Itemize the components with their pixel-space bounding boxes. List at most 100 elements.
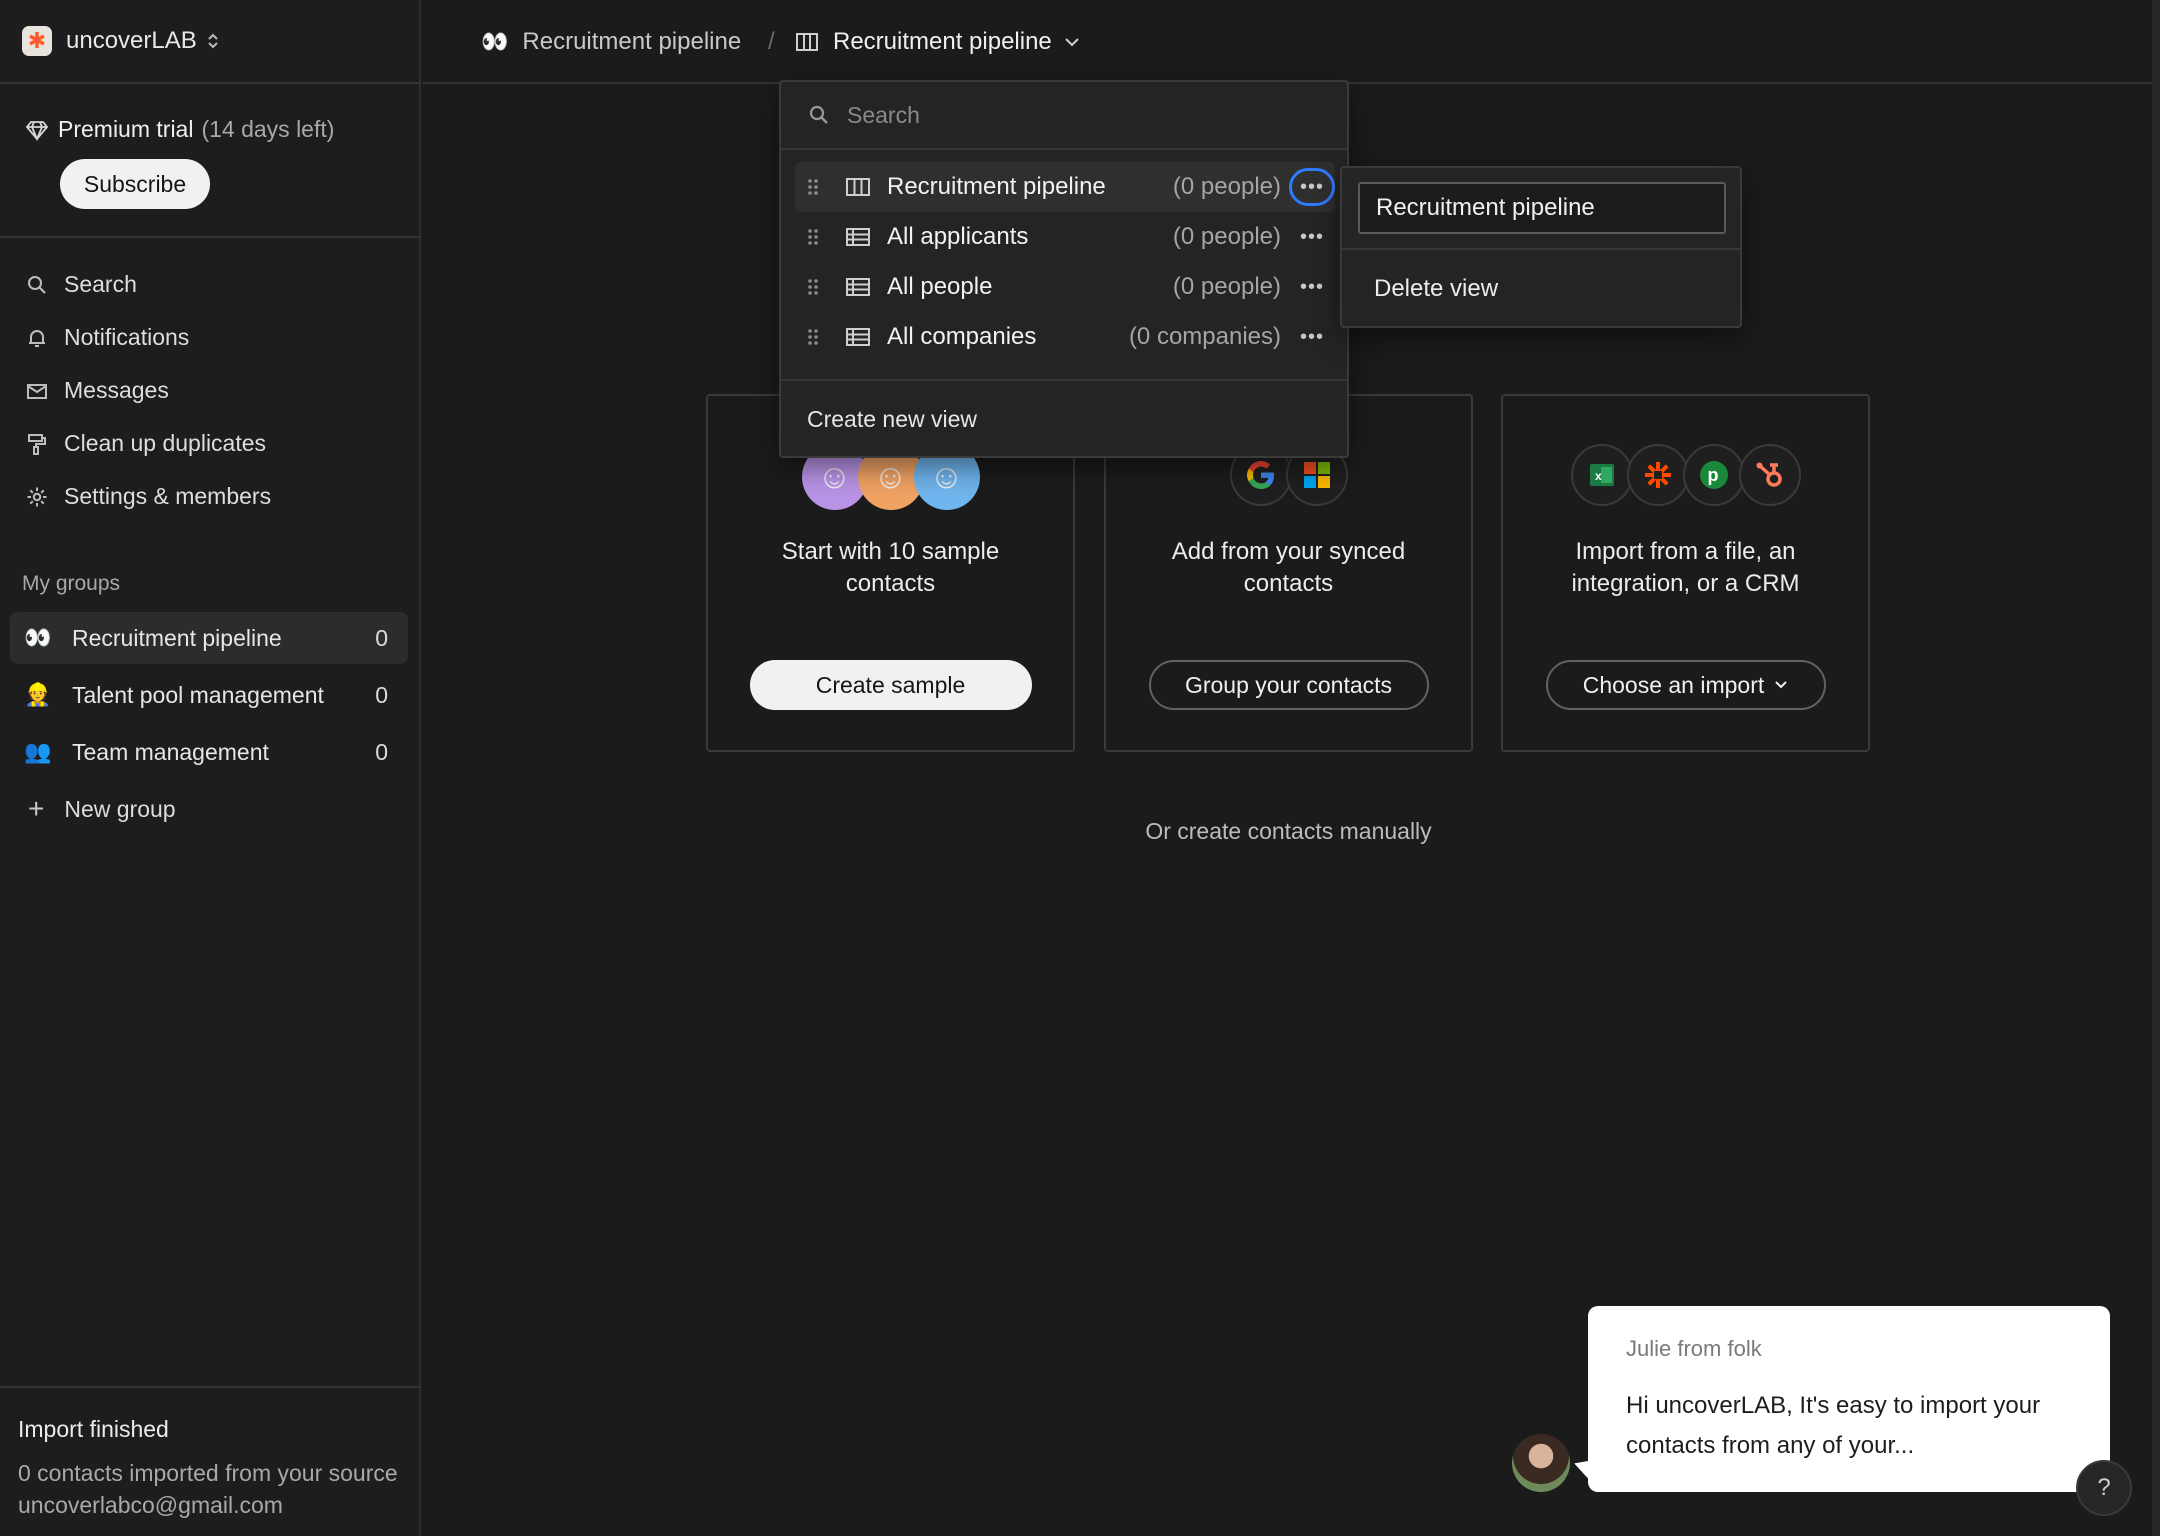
drag-handle-icon[interactable]	[807, 177, 821, 197]
view-name: All people	[887, 273, 993, 300]
views-search	[781, 82, 1347, 150]
table-icon	[845, 275, 871, 299]
plus-icon: +	[28, 793, 45, 824]
view-name: Recruitment pipeline	[887, 173, 1106, 200]
create-sample-button[interactable]: Create sample	[749, 660, 1032, 710]
chat-agent-avatar[interactable]	[1512, 1434, 1570, 1492]
drag-handle-icon[interactable]	[807, 327, 821, 347]
table-icon	[845, 225, 871, 249]
more-options-icon[interactable]: •••	[1289, 318, 1335, 356]
view-name: All applicants	[887, 223, 1029, 250]
zapier-icon	[1626, 444, 1689, 506]
create-manually-link[interactable]: Or create contacts manually	[1104, 818, 1473, 845]
chevron-down-icon	[1774, 680, 1788, 690]
chat-sender: Julie from folk	[1626, 1336, 1762, 1361]
group-count: 0	[375, 624, 388, 651]
nav-messages[interactable]: Messages	[0, 364, 421, 417]
board-icon	[795, 30, 819, 54]
trial-label: Premium trial	[58, 116, 194, 142]
groups-list: 👀 Recruitment pipeline 0 👷 Talent pool m…	[10, 612, 408, 835]
gear-icon	[26, 486, 48, 508]
chevron-updown-icon	[207, 31, 219, 51]
search-icon	[807, 103, 831, 127]
group-label: Recruitment pipeline	[72, 624, 282, 651]
card-text: Add from your synced contacts	[1171, 538, 1406, 597]
nav-search[interactable]: Search	[0, 258, 421, 311]
group-count: 0	[375, 681, 388, 708]
trial-remaining: (14 days left)	[201, 116, 335, 142]
create-new-view-button[interactable]: Create new view	[781, 379, 1347, 458]
nav-label: Notifications	[64, 324, 190, 350]
views-dropdown: Recruitment pipeline (0 people) ••• All …	[779, 80, 1349, 458]
mail-icon	[26, 380, 48, 402]
import-status-panel: Import finished 0 contacts imported from…	[0, 1386, 421, 1536]
workspace-switcher[interactable]: ✱ uncoverLAB	[0, 0, 421, 84]
views-search-input[interactable]	[845, 100, 1245, 130]
drag-handle-icon[interactable]	[807, 227, 821, 247]
view-item-all-applicants[interactable]: All applicants (0 people) •••	[795, 212, 1335, 262]
view-count: (0 companies)	[1128, 323, 1281, 350]
nav-label: Messages	[64, 377, 169, 403]
choose-import-label: Choose an import	[1582, 671, 1765, 698]
diamond-icon	[26, 119, 48, 141]
import-source-icons: x p	[1570, 444, 1801, 506]
rename-view-input[interactable]	[1358, 182, 1726, 234]
chat-message: Hi uncoverLAB, It's easy to import your …	[1626, 1392, 2041, 1459]
new-group-label: New group	[64, 795, 176, 822]
group-item-team-management[interactable]: 👥 Team management 0	[10, 726, 408, 778]
people-icon: 👥	[24, 739, 52, 764]
delete-view-button[interactable]: Delete view	[1342, 250, 1740, 328]
group-item-recruitment-pipeline[interactable]: 👀 Recruitment pipeline 0	[10, 612, 408, 664]
view-count: (0 people)	[1172, 223, 1281, 250]
import-card: x p Import from a file, an integration, …	[1501, 394, 1870, 752]
card-text: Import from a file, an integration, or a…	[1571, 538, 1800, 597]
nav-notifications[interactable]: Notifications	[0, 311, 421, 364]
view-item-all-people[interactable]: All people (0 people) •••	[795, 262, 1335, 312]
workspace-logo: ✱	[22, 26, 52, 56]
group-count: 0	[375, 738, 388, 765]
more-options-icon[interactable]: •••	[1289, 218, 1335, 256]
view-item-recruitment-pipeline[interactable]: Recruitment pipeline (0 people) •••	[795, 162, 1335, 212]
scrollbar[interactable]	[2152, 0, 2160, 1536]
nav-label: Search	[64, 271, 137, 297]
breadcrumb-group[interactable]: 👀 Recruitment pipeline	[481, 0, 741, 84]
subscribe-button[interactable]: Subscribe	[60, 159, 210, 209]
breadcrumb-group-label: Recruitment pipeline	[522, 28, 742, 55]
question-icon: ?	[2097, 1474, 2111, 1501]
nav-clean-duplicates[interactable]: Clean up duplicates	[0, 417, 421, 470]
workspace-name: uncoverLAB	[66, 27, 197, 54]
import-status-detail: 0 contacts imported from your source unc…	[18, 1460, 398, 1518]
group-label: Talent pool management	[72, 681, 324, 708]
sidebar-nav: Search Notifications Messages Clean up d…	[0, 258, 421, 523]
nav-label: Settings & members	[64, 483, 272, 509]
view-options-menu: Delete view	[1340, 166, 1742, 328]
pipedrive-icon: p	[1682, 444, 1745, 506]
view-selector-label: Recruitment pipeline	[833, 28, 1052, 55]
view-selector[interactable]: Recruitment pipeline	[795, 0, 1080, 84]
choose-import-button[interactable]: Choose an import	[1545, 660, 1826, 710]
more-options-icon[interactable]: •••	[1289, 168, 1335, 206]
views-list: Recruitment pipeline (0 people) ••• All …	[781, 150, 1347, 362]
group-contacts-button[interactable]: Group your contacts	[1148, 660, 1429, 710]
view-name: All companies	[887, 323, 1037, 350]
import-status-title: Import finished	[18, 1416, 169, 1442]
board-icon	[845, 175, 871, 199]
chat-message-popup[interactable]: Julie from folk Hi uncoverLAB, It's easy…	[1588, 1306, 2110, 1492]
drag-handle-icon[interactable]	[807, 277, 821, 297]
eyes-icon: 👀	[24, 625, 52, 650]
view-count: (0 people)	[1172, 173, 1281, 200]
view-count: (0 people)	[1172, 273, 1281, 300]
worker-icon: 👷	[24, 682, 52, 707]
view-item-all-companies[interactable]: All companies (0 companies) •••	[795, 312, 1335, 362]
bell-icon	[26, 327, 48, 349]
table-icon	[845, 325, 871, 349]
chevron-down-icon	[1064, 36, 1080, 48]
nav-label: Clean up duplicates	[64, 430, 267, 456]
group-item-talent-pool[interactable]: 👷 Talent pool management 0	[10, 669, 408, 721]
new-group-button[interactable]: + New group	[10, 783, 408, 835]
trial-panel: Premium trial (14 days left) Subscribe	[0, 86, 421, 238]
nav-settings[interactable]: Settings & members	[0, 470, 421, 523]
more-options-icon[interactable]: •••	[1289, 268, 1335, 306]
help-button[interactable]: ?	[2076, 1460, 2132, 1516]
hubspot-icon	[1738, 444, 1801, 506]
